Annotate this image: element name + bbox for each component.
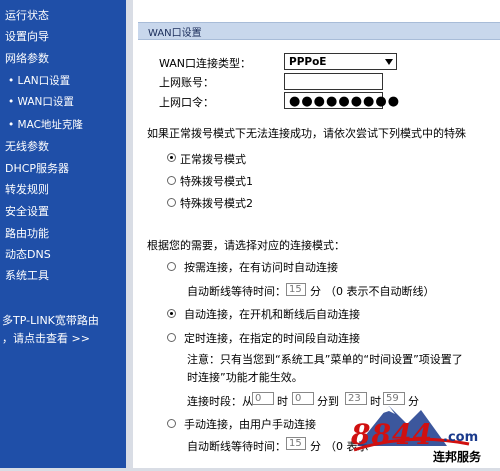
sidebar-item-wireless[interactable]: 无线参数 bbox=[5, 140, 49, 154]
sidebar-item-security[interactable]: 安全设置 bbox=[5, 205, 49, 219]
dial-normal-radio[interactable] bbox=[167, 153, 176, 162]
watermark-domain: .com bbox=[443, 430, 479, 445]
from-hour-input[interactable]: 0 bbox=[252, 392, 274, 405]
manual-idle-input[interactable]: 15 bbox=[286, 437, 306, 450]
dial-special1-label: 特殊拨号模式1 bbox=[180, 175, 253, 188]
mode-manual-label: 手动连接，由用户手动连接 bbox=[184, 418, 316, 431]
timed-note-line1: 注意：只有当您到“系统工具”菜单的“时间设置”项设置了 bbox=[187, 353, 463, 366]
mode-timed-radio[interactable] bbox=[167, 333, 176, 342]
sidebar-item-routing[interactable]: 路由功能 bbox=[5, 227, 49, 241]
watermark-tagline: 连邦服务 bbox=[433, 450, 482, 464]
min-to-label: 分到 bbox=[317, 395, 339, 408]
mode-auto-radio[interactable] bbox=[167, 309, 176, 318]
sidebar-item-network[interactable]: 网络参数 bbox=[5, 52, 49, 66]
mode-on-demand-radio[interactable] bbox=[167, 262, 176, 271]
mode-timed-label: 定时连接，在指定的时间段自动连接 bbox=[184, 332, 360, 345]
idle-wait-input[interactable]: 15 bbox=[286, 283, 306, 296]
idle-wait-note: （0 表示不自动断线） bbox=[325, 285, 435, 298]
dial-special2-label: 特殊拨号模式2 bbox=[180, 197, 253, 210]
sidebar-item-wizard[interactable]: 设置向导 bbox=[5, 30, 49, 44]
sidebar-item-lan[interactable]: LAN口设置 bbox=[8, 74, 71, 88]
conn-type-label: WAN口连接类型： bbox=[159, 57, 252, 70]
promo-link[interactable]: ，请点击查看 >> bbox=[2, 330, 90, 346]
mode-on-demand-label: 按需连接，在有访问时自动连接 bbox=[184, 261, 338, 274]
sidebar-item-wan[interactable]: WAN口设置 bbox=[8, 95, 74, 109]
dial-normal-label: 正常拨号模式 bbox=[180, 153, 246, 166]
mode-auto-label: 自动连接，在开机和断线后自动连接 bbox=[184, 308, 360, 321]
dial-special2-radio[interactable] bbox=[167, 198, 176, 207]
chevron-down-icon bbox=[385, 59, 393, 65]
sidebar-nav: 运行状态 设置向导 网络参数 LAN口设置 WAN口设置 MAC地址克隆 无线参… bbox=[0, 0, 126, 468]
sidebar-item-status[interactable]: 运行状态 bbox=[5, 9, 49, 23]
manual-idle-label: 自动断线等待时间： bbox=[187, 440, 286, 453]
conn-type-select[interactable]: PPPoE bbox=[284, 53, 397, 70]
manual-idle-unit: 分 bbox=[310, 440, 321, 453]
panel-title: WAN口设置 bbox=[148, 28, 202, 39]
idle-wait-unit: 分 bbox=[310, 285, 321, 298]
period-label: 连接时段：从 bbox=[187, 395, 253, 408]
account-input[interactable] bbox=[284, 73, 383, 90]
mode-prompt: 根据您的需要，请选择对应的连接模式： bbox=[147, 239, 345, 252]
account-label: 上网账号： bbox=[159, 76, 214, 89]
panel-title-bar: WAN口设置 bbox=[138, 22, 500, 40]
sidebar-item-ddns[interactable]: 动态DNS bbox=[5, 248, 51, 262]
sidebar-item-mac-clone[interactable]: MAC地址克隆 bbox=[8, 118, 83, 132]
conn-type-value: PPPoE bbox=[289, 56, 327, 68]
sidebar-item-forwarding[interactable]: 转发规则 bbox=[5, 183, 49, 197]
sidebar-item-system-tools[interactable]: 系统工具 bbox=[5, 269, 49, 283]
password-mask: ●●●●●●●●● bbox=[289, 94, 401, 109]
sidebar-item-dhcp[interactable]: DHCP服务器 bbox=[5, 162, 69, 176]
password-label: 上网口令： bbox=[159, 96, 214, 109]
dial-special1-radio[interactable] bbox=[167, 176, 176, 185]
password-input[interactable]: ●●●●●●●●● bbox=[284, 92, 399, 109]
from-min-input[interactable]: 0 bbox=[292, 392, 314, 405]
idle-wait-label: 自动断线等待时间： bbox=[187, 285, 286, 298]
dial-prompt: 如果正常拨号模式下无法连接成功，请依次尝试下列模式中的特殊 bbox=[147, 127, 466, 140]
watermark-number: 8844 bbox=[351, 418, 433, 451]
mode-manual-radio[interactable] bbox=[167, 419, 176, 428]
watermark-logo: 8844 .com 连邦服务 bbox=[349, 388, 500, 468]
from-hour-unit: 时 bbox=[277, 395, 288, 408]
timed-note-line2: 时连接”功能才能生效。 bbox=[187, 371, 303, 384]
promo-text[interactable]: 多TP-LINK宽带路由 bbox=[2, 312, 99, 328]
